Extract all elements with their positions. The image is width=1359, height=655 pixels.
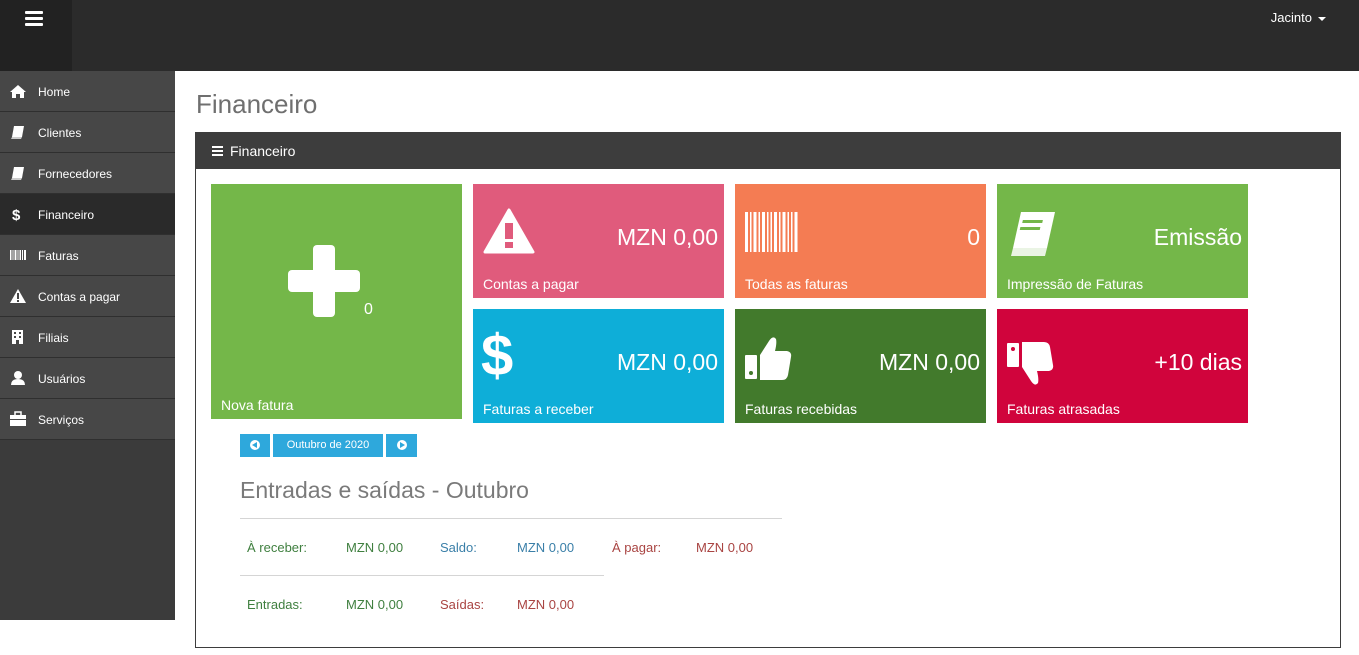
a-pagar-label: À pagar: (612, 540, 662, 555)
sidebar-item-label: Usuários (38, 372, 86, 386)
saldo-label: Saldo: (440, 540, 477, 555)
entradas-value: MZN 0,00 (346, 597, 404, 612)
sidebar-item-contas-a-pagar[interactable]: Contas a pagar (0, 276, 175, 317)
tile-faturas-a-receber[interactable]: $ MZN 0,00 Faturas a receber (473, 309, 724, 423)
sidebar-item-usuarios[interactable]: Usuários (0, 358, 175, 399)
faturas-a-receber-value: MZN 0,00 (617, 349, 718, 375)
thumbs-up-icon (745, 337, 792, 380)
warning-icon (10, 289, 26, 303)
home-icon (10, 85, 26, 98)
book-icon (1011, 212, 1055, 256)
thumbs-down-icon (1007, 342, 1054, 385)
tile-todas-as-faturas[interactable]: 0 Todas as faturas (735, 184, 986, 298)
todas-as-faturas-value: 0 (967, 224, 980, 250)
book-icon (11, 167, 24, 180)
saidas-label: Saídas: (440, 597, 485, 612)
nova-fatura-count: 0 (364, 301, 373, 318)
sidebar-item-label: Financeiro (38, 208, 95, 222)
faturas-atrasadas-value: +10 dias (1154, 349, 1242, 375)
tile-contas-a-pagar[interactable]: MZN 0,00 Contas a pagar (473, 184, 724, 298)
sidebar-item-filiais[interactable]: Filiais (0, 317, 175, 358)
faturas-recebidas-caption: Faturas recebidas (745, 401, 858, 417)
user-name: Jacinto (1270, 10, 1312, 25)
svg-text:$: $ (12, 207, 21, 222)
sidebar-item-label: Contas a pagar (38, 290, 121, 304)
previous-month-button[interactable] (240, 434, 270, 457)
tile-nova-fatura[interactable]: 0 Nova fatura (211, 184, 462, 419)
next-month-button[interactable] (386, 434, 417, 457)
a-receber-value: MZN 0,00 (346, 540, 404, 555)
user-icon (11, 371, 25, 385)
divider (240, 575, 604, 576)
user-menu[interactable]: Jacinto (1271, 10, 1326, 25)
warning-icon (483, 208, 535, 254)
saldo-value: MZN 0,00 (517, 540, 575, 555)
barcode-icon (745, 212, 798, 252)
sidebar-item-label: Clientes (38, 126, 82, 140)
page-title: Financeiro (196, 89, 318, 119)
sidebar-item-label: Fornecedores (38, 167, 113, 181)
barcode-icon (10, 250, 26, 260)
dollar-icon: $ (12, 207, 21, 222)
nova-fatura-caption: Nova fatura (221, 397, 294, 413)
a-pagar-value: MZN 0,00 (696, 540, 754, 555)
panel-header: Financeiro (196, 133, 1340, 169)
plus-icon (288, 245, 360, 317)
contas-a-pagar-value: MZN 0,00 (617, 224, 718, 250)
sidebar-item-home[interactable]: Home (0, 71, 175, 112)
panel-title: Financeiro (230, 143, 296, 159)
arrow-left-circle-icon (250, 440, 260, 451)
faturas-recebidas-value: MZN 0,00 (879, 349, 980, 375)
sidebar-item-label: Serviços (38, 413, 85, 427)
impressao-caption: Impressão de Faturas (1007, 276, 1144, 292)
sidebar: Home Clientes Fornecedores $ Financeiro … (0, 71, 175, 620)
sidebar-item-label: Home (38, 85, 71, 99)
sidebar-item-label: Faturas (38, 249, 79, 263)
saidas-value: MZN 0,00 (517, 597, 575, 612)
briefcase-icon (10, 411, 26, 426)
entradas-label: Entradas: (247, 597, 303, 612)
impressao-value: Emissão (1153, 224, 1242, 250)
list-icon (212, 146, 223, 158)
divider (240, 518, 782, 519)
sidebar-item-servicos[interactable]: Serviços (0, 399, 175, 440)
menu-icon[interactable] (25, 11, 43, 26)
current-month-button[interactable]: Outubro de 2020 (273, 434, 383, 457)
tile-faturas-atrasadas[interactable]: +10 dias Faturas atrasadas (997, 309, 1248, 423)
sidebar-item-label: Filiais (38, 331, 69, 345)
tile-impressao-de-faturas[interactable]: Emissão Impressão de Faturas (997, 184, 1248, 298)
faturas-a-receber-caption: Faturas a receber (483, 401, 594, 417)
menu-toggle-area (0, 0, 72, 71)
sidebar-item-financeiro[interactable]: $ Financeiro (0, 194, 175, 235)
sidebar-item-faturas[interactable]: Faturas (0, 235, 175, 276)
contas-a-pagar-caption: Contas a pagar (483, 276, 579, 292)
todas-as-faturas-caption: Todas as faturas (745, 276, 848, 292)
arrow-right-circle-icon (396, 440, 407, 451)
summary-title: Entradas e saídas - Outubro (240, 477, 529, 503)
dollar-icon: $ (481, 323, 514, 388)
faturas-atrasadas-caption: Faturas atrasadas (1007, 401, 1120, 417)
caret-down-icon (1318, 16, 1326, 21)
sidebar-item-fornecedores[interactable]: Fornecedores (0, 153, 175, 194)
tile-faturas-recebidas[interactable]: MZN 0,00 Faturas recebidas (735, 309, 986, 423)
sidebar-item-clientes[interactable]: Clientes (0, 112, 175, 153)
book-icon (11, 126, 24, 139)
top-navbar: Jacinto (0, 0, 1359, 71)
a-receber-label: À receber: (247, 540, 307, 555)
building-icon (12, 330, 23, 344)
